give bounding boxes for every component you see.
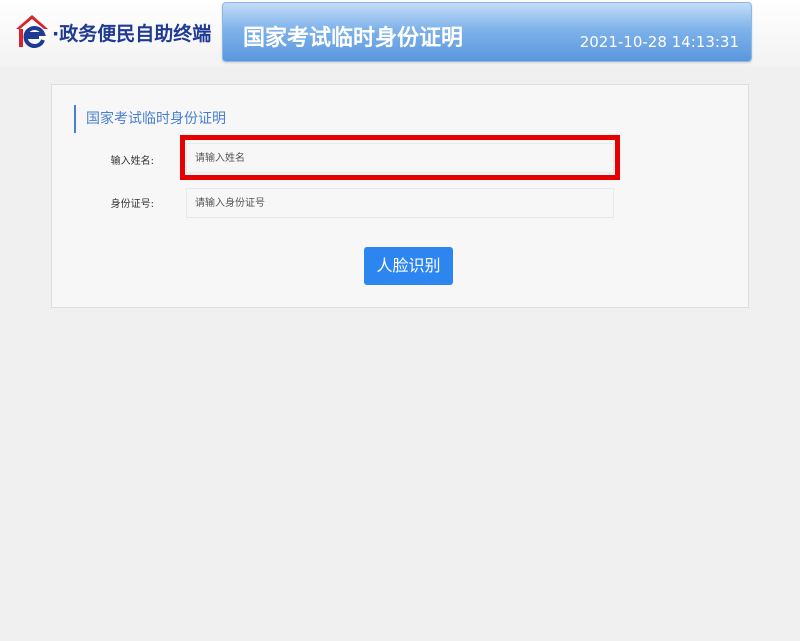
name-input[interactable] — [186, 143, 614, 173]
section-title: 国家考试临时身份证明 — [74, 105, 226, 133]
logo: ·政务便民自助终端 — [14, 12, 211, 52]
face-recognition-button[interactable]: 人脸识别 — [364, 247, 453, 285]
id-number-input[interactable] — [186, 188, 614, 218]
e-house-logo-icon — [16, 15, 48, 48]
form-panel: 国家考试临时身份证明 输入姓名: 身份证号: 人脸识别 — [51, 84, 749, 308]
name-label: 输入姓名: — [110, 156, 154, 167]
banner-title: 国家考试临时身份证明 — [243, 26, 464, 51]
datetime-display: 2021-10-28 14:13:31 — [579, 33, 739, 51]
header-banner: 国家考试临时身份证明 2021-10-28 14:13:31 — [222, 2, 752, 62]
logo-text: ·政务便民自助终端 — [52, 22, 212, 45]
top-bar: ·政务便民自助终端 国家考试临时身份证明 2021-10-28 14:13:31 — [0, 0, 800, 66]
id-label: 身份证号: — [110, 199, 154, 210]
